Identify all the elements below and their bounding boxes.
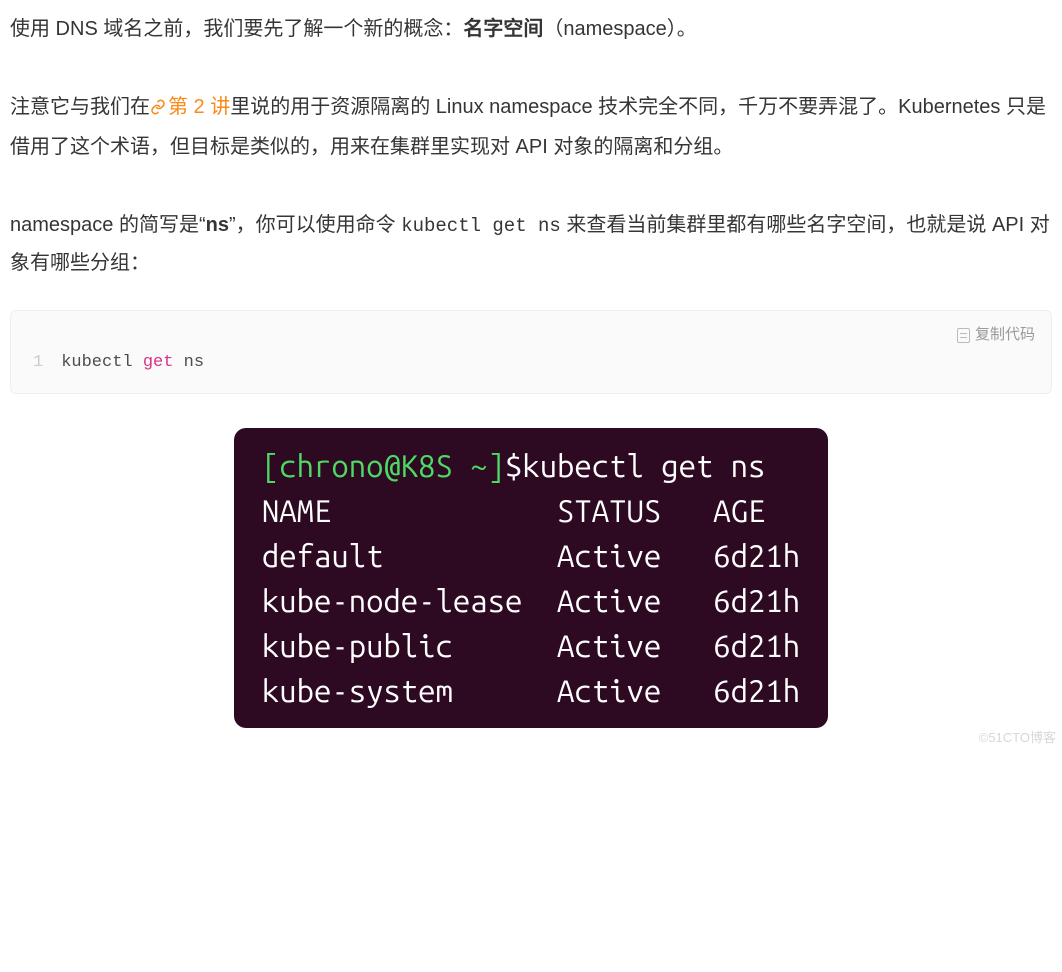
link-text: 第 2 讲: [168, 96, 230, 118]
inline-code: kubectl get ns: [401, 215, 561, 237]
line-number: 1: [33, 351, 43, 375]
code-line: 1 kubectl get ns: [33, 351, 1029, 375]
code-token: kubectl: [61, 353, 143, 372]
text: 使用 DNS 域名之前，我们要先了解一个新的概念：: [10, 18, 463, 40]
code-token: ns: [173, 353, 204, 372]
bold-namespace: 名字空间: [463, 18, 543, 40]
paragraph-3: namespace 的简写是“ns”，你可以使用命令 kubectl get n…: [10, 206, 1052, 282]
link-icon: [150, 90, 166, 128]
copy-label: 复制代码: [975, 321, 1035, 350]
text: （namespace）。: [543, 18, 696, 40]
code-block: 复制代码 1 kubectl get ns: [10, 310, 1052, 394]
text: namespace 的简写是“: [10, 214, 206, 236]
copy-icon: [957, 328, 970, 343]
text: ”，你可以使用命令: [229, 214, 401, 236]
paragraph-2: 注意它与我们在第 2 讲里说的用于资源隔离的 Linux namespace 技…: [10, 88, 1052, 166]
terminal-output: [chrono@K8S ~]$kubectl get ns NAME STATU…: [234, 428, 828, 728]
article-body: 使用 DNS 域名之前，我们要先了解一个新的概念：名字空间（namespace）…: [10, 10, 1052, 728]
watermark: ©51CTO博客: [979, 727, 1056, 746]
terminal-screenshot: [chrono@K8S ~]$kubectl get ns NAME STATU…: [10, 428, 1052, 728]
lesson-2-link[interactable]: 第 2 讲: [150, 96, 230, 118]
code-token-keyword: get: [143, 353, 174, 372]
copy-code-button[interactable]: 复制代码: [957, 321, 1035, 350]
bold-ns: ns: [206, 214, 229, 236]
text: 注意它与我们在: [10, 96, 150, 118]
paragraph-1: 使用 DNS 域名之前，我们要先了解一个新的概念：名字空间（namespace）…: [10, 10, 1052, 48]
